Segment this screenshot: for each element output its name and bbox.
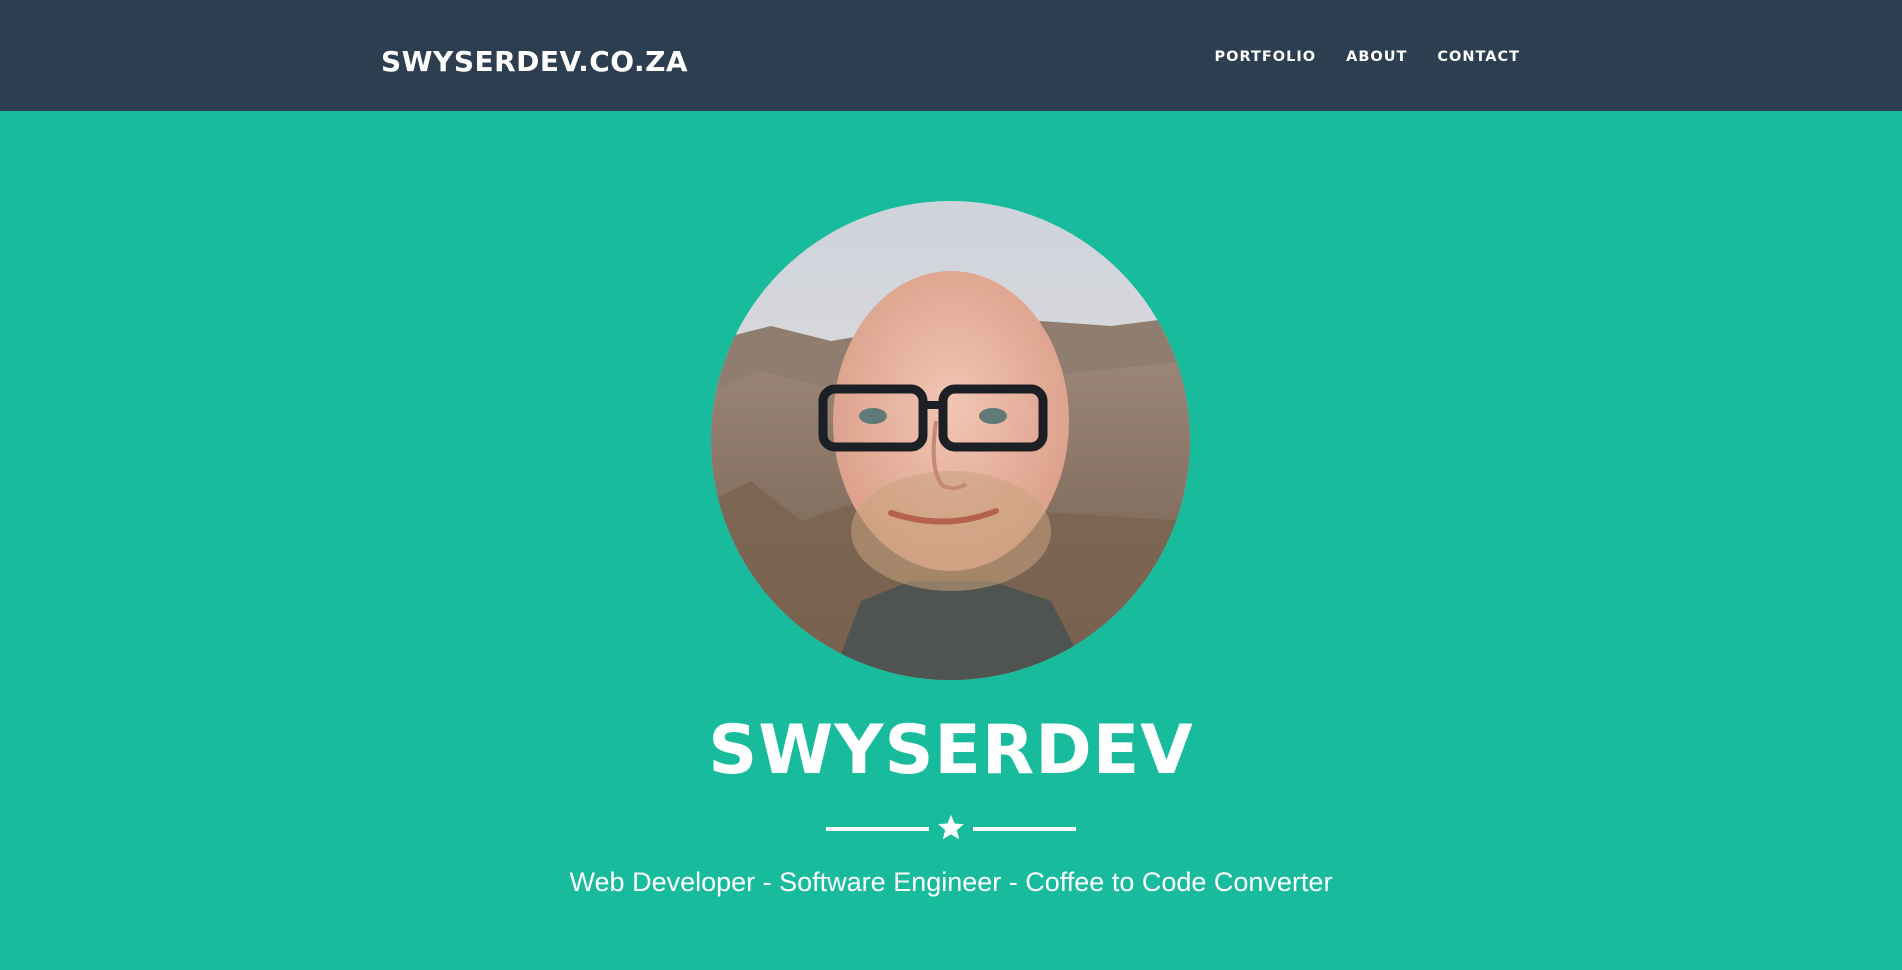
star-divider <box>826 813 1076 843</box>
divider-line-left <box>826 827 929 831</box>
hero-subtitle: Web Developer - Software Engineer - Coff… <box>569 867 1333 897</box>
brand-link[interactable]: SWYSERDEV.CO.ZA <box>381 42 688 82</box>
top-navbar: SWYSERDEV.CO.ZA PORTFOLIO ABOUT CONTACT <box>0 0 1902 111</box>
nav-links: PORTFOLIO ABOUT CONTACT <box>1215 46 1520 68</box>
profile-avatar <box>711 201 1190 680</box>
nav-link-contact[interactable]: CONTACT <box>1437 46 1520 68</box>
nav-link-about[interactable]: ABOUT <box>1346 46 1407 68</box>
divider-line-right <box>973 827 1076 831</box>
profile-photo-illustration <box>711 201 1190 680</box>
hero-title: SWYSERDEV <box>708 711 1194 790</box>
nav-link-portfolio[interactable]: PORTFOLIO <box>1215 46 1317 68</box>
star-icon <box>938 814 964 840</box>
